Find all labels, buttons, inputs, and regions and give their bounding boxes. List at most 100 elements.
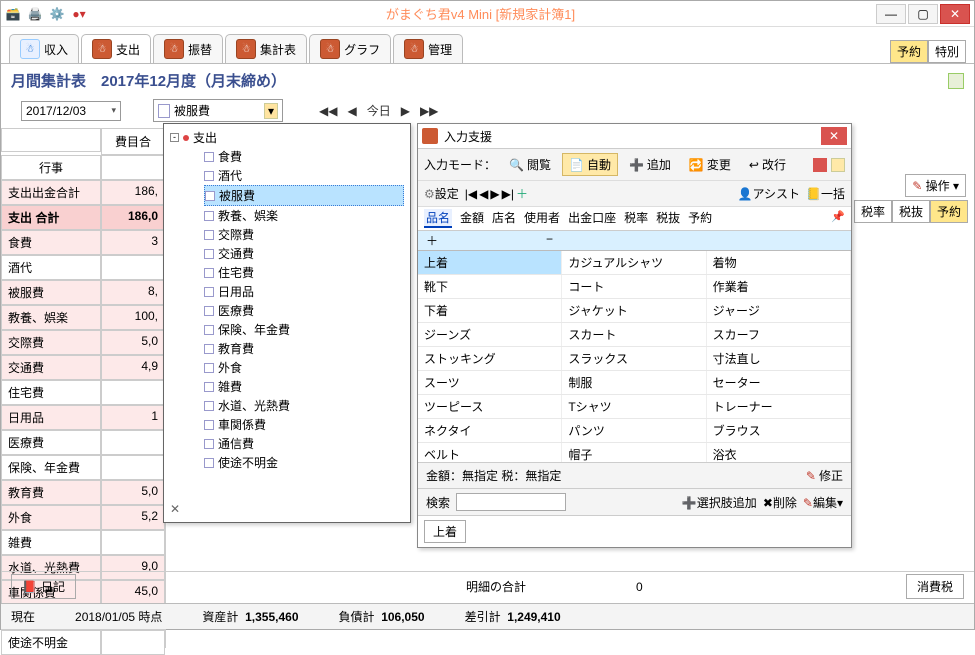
summary-row[interactable]: 食費3: [1, 230, 165, 255]
pill-reserve[interactable]: 予約: [890, 40, 928, 63]
summary-row[interactable]: 使途不明金: [1, 630, 165, 655]
summary-row[interactable]: 交際費5,0: [1, 330, 165, 355]
summary-row[interactable]: 教養、娯楽100,: [1, 305, 165, 330]
operations-menu[interactable]: 操作 ▾: [905, 174, 966, 197]
grid-row[interactable]: ネクタイパンツブラウス: [418, 419, 851, 443]
mini-tab-reserve[interactable]: 予約: [930, 200, 968, 223]
tab-expense[interactable]: ☃支出: [81, 34, 151, 63]
color-menu-icon[interactable]: ●▾: [71, 6, 87, 22]
grid-row[interactable]: ジーンズスカートスカーフ: [418, 323, 851, 347]
tree-item[interactable]: 車関係費: [204, 415, 404, 434]
col-taxrate[interactable]: 税率: [624, 209, 648, 228]
expand-all-icon[interactable]: ＋: [426, 232, 546, 249]
rec-prev-icon[interactable]: ◀: [479, 187, 488, 201]
fix-button[interactable]: 修正: [806, 467, 843, 484]
rec-add-icon[interactable]: ＋: [516, 185, 528, 202]
tree-item[interactable]: 水道、光熱費: [204, 396, 404, 415]
tree-root-expense[interactable]: - 支出: [170, 128, 404, 147]
nav-last-icon[interactable]: ▶▶: [416, 102, 442, 120]
nav-first-icon[interactable]: ◀◀: [315, 102, 341, 120]
nav-today[interactable]: 今日: [363, 100, 395, 121]
settings-gear-icon[interactable]: ⚙️: [49, 6, 65, 22]
tree-item[interactable]: 交際費: [204, 225, 404, 244]
add-option-button[interactable]: ➕選択肢追加: [682, 494, 757, 511]
grid-row[interactable]: ベルト帽子浴衣: [418, 443, 851, 462]
summary-row[interactable]: 日用品1: [1, 405, 165, 430]
col-account[interactable]: 出金口座: [568, 209, 616, 228]
dropdown-arrow-icon[interactable]: ▾: [111, 105, 116, 116]
summary-row[interactable]: 酒代: [1, 255, 165, 280]
summary-row[interactable]: 支出 合計186,0: [1, 205, 165, 230]
summary-row[interactable]: 医療費: [1, 430, 165, 455]
maximize-button[interactable]: ▢: [908, 4, 938, 24]
tree-item[interactable]: 被服費: [204, 185, 404, 206]
nav-prev-icon[interactable]: ◀: [343, 102, 360, 120]
tree-item[interactable]: 使途不明金: [204, 453, 404, 472]
mode-change-button[interactable]: 🔁変更: [682, 153, 738, 176]
mode-auto-button[interactable]: 📄自動: [562, 153, 618, 176]
mode-newline-button[interactable]: ↩改行: [742, 153, 793, 176]
tree-item[interactable]: 教養、娯楽: [204, 206, 404, 225]
grid-row[interactable]: 下着ジャケットジャージ: [418, 299, 851, 323]
tab-summary[interactable]: ☃集計表: [225, 34, 307, 63]
diary-button[interactable]: 📕日記: [11, 574, 76, 599]
date-picker[interactable]: 2017/12/03 ▾: [21, 101, 121, 121]
close-button[interactable]: ✕: [940, 4, 970, 24]
panel-close-button[interactable]: ✕: [821, 127, 847, 145]
tree-item[interactable]: 保険、年金費: [204, 320, 404, 339]
col-item-name[interactable]: 品名: [424, 209, 452, 228]
summary-row[interactable]: 雑費: [1, 530, 165, 555]
mini-tab-taxexcl[interactable]: 税抜: [892, 200, 930, 223]
grid-row[interactable]: スーツ制服セーター: [418, 371, 851, 395]
col-user[interactable]: 使用者: [524, 209, 560, 228]
grid-row[interactable]: 上着カジュアルシャツ着物: [418, 251, 851, 275]
category-combo[interactable]: 被服費 ▾: [153, 99, 283, 122]
col-reserve[interactable]: 予約: [688, 209, 712, 228]
summary-row[interactable]: 教育費5,0: [1, 480, 165, 505]
tree-item[interactable]: 通信費: [204, 434, 404, 453]
rec-last-icon[interactable]: ▶|: [502, 187, 514, 201]
tree-item[interactable]: 雑費: [204, 377, 404, 396]
summary-row[interactable]: 支出出金合計186,: [1, 180, 165, 205]
tab-graph[interactable]: ☃グラフ: [309, 34, 391, 63]
settings-button[interactable]: 設定: [424, 185, 459, 202]
options-icon[interactable]: [948, 73, 964, 89]
summary-row[interactable]: 保険、年金費: [1, 455, 165, 480]
grid-row[interactable]: ツーピースTシャツトレーナー: [418, 395, 851, 419]
mini-tab-taxrate[interactable]: 税率: [854, 200, 892, 223]
panel-yellow-icon[interactable]: [831, 158, 845, 172]
tree-item[interactable]: 医療費: [204, 301, 404, 320]
mode-add-button[interactable]: ➕追加: [622, 153, 678, 176]
tree-item[interactable]: 日用品: [204, 282, 404, 301]
pill-special[interactable]: 特別: [928, 40, 966, 63]
tab-transfer[interactable]: ☃振替: [153, 34, 223, 63]
tree-item[interactable]: 食費: [204, 147, 404, 166]
batch-button[interactable]: 📒一括: [806, 185, 845, 202]
panel-red-icon[interactable]: [813, 158, 827, 172]
combo-arrow-icon[interactable]: ▾: [264, 103, 278, 119]
search-input[interactable]: [456, 493, 566, 511]
rec-first-icon[interactable]: |◀: [465, 187, 477, 201]
pin-icon[interactable]: [831, 209, 845, 228]
tab-income[interactable]: ☃収入: [9, 34, 79, 63]
consumption-tax-button[interactable]: 消費税: [906, 574, 964, 599]
col-amount[interactable]: 金額: [460, 209, 484, 228]
tree-item[interactable]: 外食: [204, 358, 404, 377]
edit-button[interactable]: 編集▾: [803, 494, 843, 511]
tree-item[interactable]: 住宅費: [204, 263, 404, 282]
grid-row[interactable]: ストッキングスラックス寸法直し: [418, 347, 851, 371]
mode-browse-button[interactable]: 🔍閲覧: [502, 153, 558, 176]
tree-item[interactable]: 教育費: [204, 339, 404, 358]
tab-manage[interactable]: ☃管理: [393, 34, 463, 63]
col-taxexcl[interactable]: 税抜: [656, 209, 680, 228]
grid-row[interactable]: 靴下コート作業着: [418, 275, 851, 299]
collapse-all-icon[interactable]: −: [546, 232, 553, 249]
summary-row[interactable]: 外食5,2: [1, 505, 165, 530]
minimize-button[interactable]: —: [876, 4, 906, 24]
selected-chip[interactable]: 上着: [424, 520, 466, 543]
print-icon[interactable]: 🖨️: [27, 6, 43, 22]
assist-button[interactable]: 👤アシスト: [738, 185, 800, 202]
tree-close-icon[interactable]: ✕: [170, 502, 180, 516]
tree-item[interactable]: 交通費: [204, 244, 404, 263]
summary-row[interactable]: 住宅費: [1, 380, 165, 405]
